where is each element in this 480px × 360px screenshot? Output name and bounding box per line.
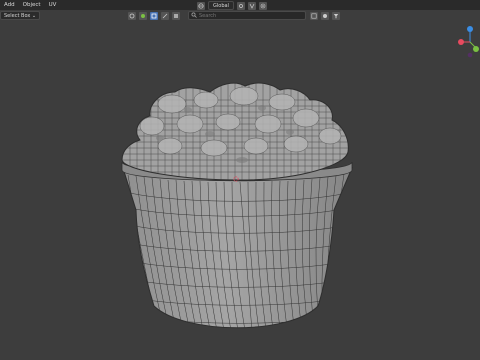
viewport-3d[interactable] bbox=[0, 0, 480, 360]
cupcake-wrapper-mesh bbox=[121, 161, 354, 329]
